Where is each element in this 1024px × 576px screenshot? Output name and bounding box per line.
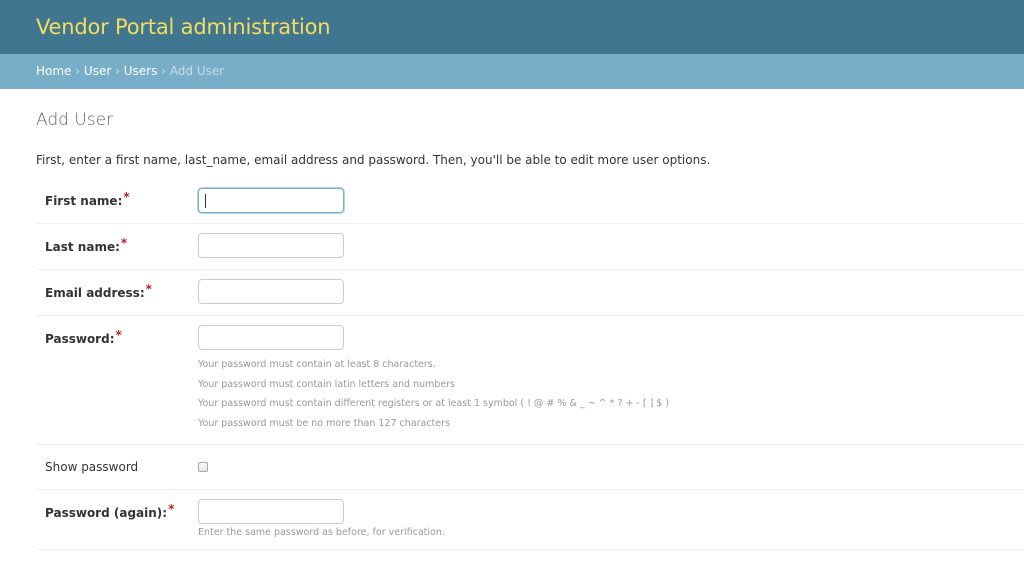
password-help-text: Your password must contain different reg… [198,398,670,409]
site-header: Vendor Portal administration [0,0,1024,54]
email-field[interactable] [198,279,344,304]
show-password-checkbox[interactable] [198,462,208,472]
breadcrumb-separator: › [115,64,120,78]
password-again-label: Password (again):* [45,502,175,520]
breadcrumb: Home › User › Users › Add User [0,54,1024,89]
password-help-text: Your password must contain at least 8 ch… [198,359,436,370]
text-caret [205,194,206,208]
password-input[interactable] [198,325,344,350]
required-marker: * [145,282,152,296]
password-again-help-text: Enter the same password as before, for v… [198,527,445,538]
form-row-last-name: Last name:* [36,224,1024,270]
required-marker: * [168,502,175,516]
form-row-email: Email address:* [36,270,1024,316]
required-marker: * [120,236,128,250]
form-row-show-password: Show password [36,445,1024,490]
breadcrumb-app-link[interactable]: User [84,64,111,78]
required-marker: * [123,190,130,204]
email-label: Email address:* [45,282,152,300]
password-again-input[interactable] [198,499,344,524]
breadcrumb-separator: › [75,64,81,78]
form-intro-text: First, enter a first name, last_name, em… [36,153,711,167]
breadcrumb-current: Add User [169,64,225,78]
page-title: Add User [36,110,114,130]
required-marker: * [115,328,122,342]
show-password-label[interactable]: Show password [45,459,138,475]
last-name-label: Last name:* [45,236,128,254]
site-title[interactable]: Vendor Portal administration [36,13,331,41]
last-name-input[interactable] [198,233,344,258]
first-name-input[interactable] [198,188,344,213]
breadcrumb-model-link[interactable]: Users [124,64,158,78]
password-help-text: Your password must be no more than 127 c… [198,418,450,429]
breadcrumb-home-link[interactable]: Home [36,64,71,78]
first-name-label: First name:* [45,190,130,208]
form-row-first-name: First name:* [36,178,1024,224]
form-row-password: Password:* Your password must contain at… [36,316,1024,445]
password-label: Password:* [45,328,122,346]
breadcrumb-separator: › [161,64,166,78]
password-help-text: Your password must contain latin letters… [198,379,456,390]
form-row-password-again: Password (again):* Enter the same passwo… [36,490,1024,550]
